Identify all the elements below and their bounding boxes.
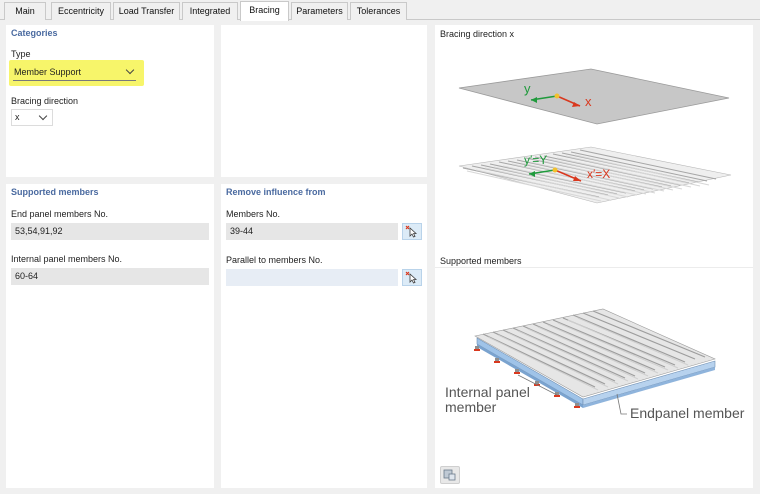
internal-panel-member-label: Internal panel member (445, 385, 530, 415)
graphics-panel: Bracing direction x y x y′=Y x′=X Suppor… (435, 25, 753, 488)
supported-members-graphic-title: Supported members (440, 256, 522, 266)
members-no-label: Members No. (226, 209, 281, 219)
categories-title: Categories (11, 28, 58, 38)
parallel-members-label: Parallel to members No. (226, 255, 323, 265)
supported-members-diagram (474, 308, 716, 415)
internal-panel-members-label: Internal panel members No. (11, 254, 123, 264)
parallel-members-field[interactable] (226, 269, 398, 286)
end-panel-members-label: End panel members No. (11, 209, 109, 219)
x-axis-label: x (585, 94, 592, 109)
tab-parameters[interactable]: Parameters (291, 2, 348, 20)
tab-main[interactable]: Main (4, 2, 46, 20)
internal-panel-line1: Internal panel (445, 384, 530, 400)
bracing-direction-diagram (458, 68, 732, 204)
tab-load-transfer[interactable]: Load Transfer (113, 2, 180, 20)
y-axis-label: y (524, 81, 531, 96)
graphic-options-button[interactable] (440, 466, 460, 484)
supported-members-panel: Supported members End panel members No. … (6, 184, 214, 488)
empty-panel (221, 25, 427, 177)
internal-panel-line2: member (445, 399, 497, 415)
origin-node (554, 93, 560, 99)
members-no-field[interactable]: 39-44 (226, 223, 398, 240)
bracing-direction-value: x (15, 112, 20, 122)
tab-bracing[interactable]: Bracing (240, 1, 289, 21)
endpanel-member-label: Endpanel member (630, 405, 745, 421)
end-panel-members-field[interactable]: 53,54,91,92 (11, 223, 209, 240)
cursor-pick-icon (405, 225, 418, 238)
bracing-direction-select[interactable]: x (11, 109, 53, 126)
global-x-axis-label: x′=X (587, 167, 611, 181)
chevron-down-icon (38, 111, 48, 121)
chevron-down-icon (125, 65, 135, 75)
image-settings-icon (443, 469, 456, 481)
global-origin-node (552, 167, 558, 173)
bracing-direction-label: Bracing direction (11, 96, 79, 106)
tab-integrated[interactable]: Integrated (182, 2, 238, 20)
tab-eccentricity[interactable]: Eccentricity (51, 2, 111, 20)
type-select-highlight: Member Support (9, 60, 144, 86)
cursor-pick-icon (405, 271, 418, 284)
global-y-axis-label: y′=Y (524, 153, 548, 167)
tab-tolerances[interactable]: Tolerances (350, 2, 407, 20)
type-select-value: Member Support (14, 67, 82, 77)
type-label: Type (11, 49, 31, 59)
internal-panel-members-field[interactable]: 60-64 (11, 268, 209, 285)
remove-influence-panel: Remove influence from Members No. 39-44 … (221, 184, 427, 488)
plate-surface (458, 68, 730, 125)
pick-members-button[interactable] (402, 223, 422, 240)
supported-members-title: Supported members (11, 187, 99, 197)
categories-panel: Categories Type Member Support Bracing d… (6, 25, 214, 177)
type-select[interactable]: Member Support (13, 65, 136, 81)
tab-bar: Main Eccentricity Load Transfer Integrat… (0, 0, 760, 21)
remove-influence-title: Remove influence from (226, 187, 326, 197)
pick-parallel-members-button[interactable] (402, 269, 422, 286)
